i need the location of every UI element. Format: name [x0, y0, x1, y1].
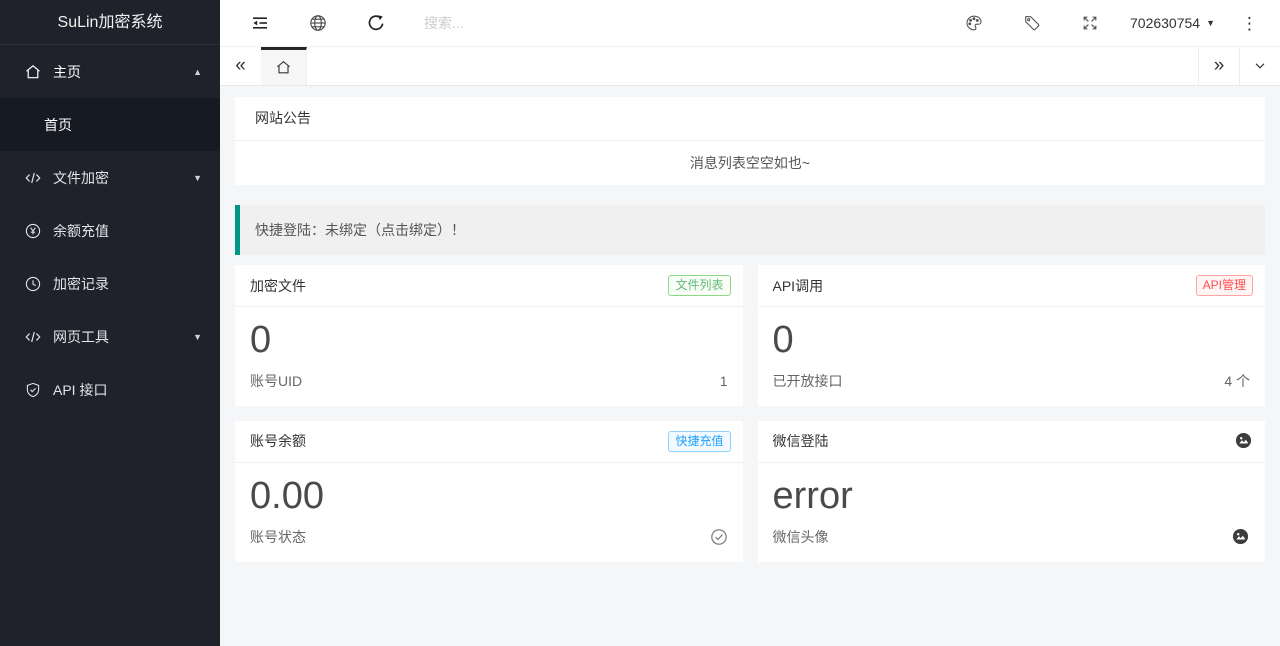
stat-card-wechat: 微信登陆 error 微信头像 [757, 420, 1265, 562]
theme-palette-icon[interactable] [964, 13, 984, 33]
stat-footer-label: 账号UID [250, 372, 303, 389]
main-area: 702630754 ▼ ⋮ « » 网站公告 消息 [220, 0, 1280, 646]
caret-down-icon: ▼ [1206, 18, 1215, 28]
tabs-scroll-right-icon[interactable]: » [1198, 47, 1239, 85]
tab-home[interactable] [261, 47, 307, 85]
shield-check-icon [25, 382, 41, 398]
globe-icon[interactable] [308, 13, 328, 33]
home-icon [276, 60, 291, 75]
announcement-title: 网站公告 [235, 97, 1265, 141]
sidebar-item-recharge[interactable]: 余额充值 [0, 204, 220, 257]
sidebar-item-records[interactable]: 加密记录 [0, 257, 220, 310]
sidebar-item-label: 网页工具 [53, 328, 109, 345]
stat-footer-label: 账号状态 [250, 528, 306, 545]
tab-bar: « » [220, 46, 1280, 86]
file-list-badge[interactable]: 文件列表 [668, 274, 731, 297]
top-toolbar: 702630754 ▼ ⋮ [220, 0, 1280, 46]
stat-title: 账号余额 [250, 433, 306, 450]
caret-down-icon: ▼ [193, 331, 202, 342]
stat-footer-label: 微信头像 [772, 528, 829, 545]
stats-grid: 加密文件 文件列表 0 账号UID 1 API调用 API管理 0 已开放接口 … [235, 265, 1265, 562]
stat-card-encrypt-files: 加密文件 文件列表 0 账号UID 1 [235, 265, 743, 406]
stat-value: 0 [250, 319, 272, 361]
clock-icon [25, 276, 41, 292]
stat-value: 0.00 [250, 474, 324, 517]
fullscreen-icon[interactable] [1080, 13, 1100, 33]
sidebar-item-label: 加密记录 [53, 275, 109, 292]
toolbar-right: 702630754 ▼ ⋮ [964, 13, 1258, 33]
home-icon [25, 64, 41, 80]
user-menu[interactable]: 702630754 ▼ [1130, 15, 1215, 31]
sidebar-item-label: 主页 [53, 63, 81, 80]
quick-recharge-badge[interactable]: 快捷充值 [668, 430, 731, 453]
caret-up-icon: ▲ [193, 66, 202, 77]
stat-title: API调用 [772, 277, 824, 294]
quick-login-alert[interactable]: 快捷登陆：未绑定（点击绑定）！ [235, 205, 1265, 255]
stat-footer-label: 已开放接口 [772, 372, 843, 389]
stat-value: 0 [772, 319, 794, 361]
yen-circle-icon [25, 223, 41, 239]
more-options-icon[interactable]: ⋮ [1241, 15, 1258, 32]
sidebar-item-label: 首页 [44, 116, 72, 133]
collapse-sidebar-icon[interactable] [250, 13, 270, 33]
stat-footer-value: 4 个 [1224, 372, 1250, 389]
user-id: 702630754 [1130, 15, 1201, 31]
stat-value: error [772, 474, 853, 517]
sidebar-item-file-encrypt[interactable]: 文件加密 ▼ [0, 151, 220, 204]
broken-image-icon [1232, 528, 1250, 546]
stat-footer-value: 1 [719, 372, 728, 389]
sidebar-item-label: API 接口 [53, 381, 108, 398]
tabs-menu-icon[interactable] [1239, 47, 1280, 85]
tab-spacer [307, 47, 1198, 85]
tag-icon[interactable] [1022, 13, 1042, 33]
announcement-card: 网站公告 消息列表空空如也~ [235, 97, 1265, 185]
app-title: SuLin加密系统 [0, 0, 220, 45]
code-icon [25, 170, 41, 186]
app-window: SuLin加密系统 主页 ▲ 首页 文件加密 ▼ 余额充值 加密记录 网页工具 … [0, 0, 1280, 646]
api-manage-badge[interactable]: API管理 [1195, 274, 1253, 297]
tabs-scroll-left-icon[interactable]: « [220, 47, 261, 85]
stat-card-api-calls: API调用 API管理 0 已开放接口 4 个 [757, 265, 1265, 406]
sidebar-item-api[interactable]: API 接口 [0, 363, 220, 416]
sidebar-item-home[interactable]: 主页 ▲ [0, 45, 220, 98]
sidebar-item-web-tools[interactable]: 网页工具 ▼ [0, 310, 220, 363]
sidebar-item-index[interactable]: 首页 [0, 98, 220, 151]
refresh-icon[interactable] [366, 13, 386, 33]
caret-down-icon: ▼ [193, 172, 202, 183]
sidebar: SuLin加密系统 主页 ▲ 首页 文件加密 ▼ 余额充值 加密记录 网页工具 … [0, 0, 220, 646]
check-circle-icon [710, 528, 728, 546]
sidebar-nav: 主页 ▲ 首页 文件加密 ▼ 余额充值 加密记录 网页工具 ▼ API 接口 [0, 45, 220, 416]
search-input[interactable] [424, 15, 964, 31]
stat-title: 微信登陆 [772, 433, 829, 450]
stat-title: 加密文件 [250, 277, 306, 294]
sidebar-item-label: 余额充值 [53, 222, 109, 239]
sidebar-item-label: 文件加密 [53, 169, 109, 186]
stat-card-balance: 账号余额 快捷充值 0.00 账号状态 [235, 420, 743, 562]
broken-image-icon [1235, 432, 1253, 450]
code-icon [25, 329, 41, 345]
announcement-empty-text: 消息列表空空如也~ [689, 155, 811, 171]
content-area: 网站公告 消息列表空空如也~ 快捷登陆：未绑定（点击绑定）！ 加密文件 文件列表… [220, 86, 1280, 646]
